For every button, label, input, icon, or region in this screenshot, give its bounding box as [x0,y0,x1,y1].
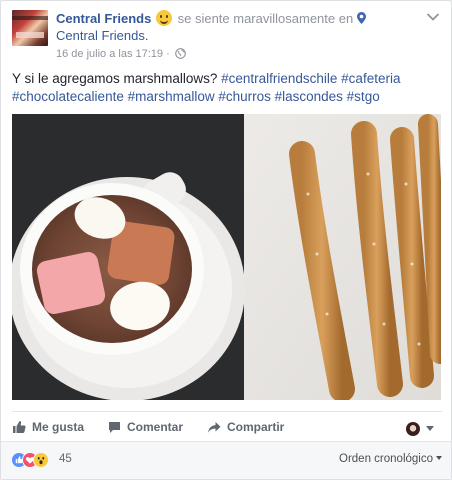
post-header: Central Friends se siente maravillosamen… [12,10,440,62]
reaction-count[interactable]: 45 [59,453,72,465]
speech-bubble-icon [109,422,120,433]
post-meta: 16 de julio a las 17:19 · [56,47,186,61]
like-label: Me gusta [32,420,85,434]
post-actions-bar: Me gusta Comentar Compartir [12,411,442,441]
share-arrow-icon [208,422,221,433]
comment-button[interactable]: Comentar [108,419,183,435]
location-link[interactable]: Central Friends. [56,28,148,43]
profile-avatar-icon [406,421,420,436]
feeling-text: se siente maravillosamente en [177,11,354,26]
post-message: Y si le agregamos marshmallows? #central… [12,70,442,106]
comment-order-dropdown[interactable]: Orden cronológico [339,453,442,465]
comment-label: Comentar [127,420,184,434]
post-title-line: Central Friends se siente maravillosamen… [56,10,396,44]
caret-down-icon [436,456,442,460]
post-timestamp[interactable]: 16 de julio a las 17:19 [56,48,163,60]
share-button[interactable]: Compartir [207,419,284,435]
reactions-summary-bar: 45 Orden cronológico [1,441,451,479]
comment-order-label: Orden cronológico [339,453,433,465]
meta-separator: · [166,48,170,60]
share-as-selector[interactable] [406,420,434,436]
post-photo[interactable] [12,114,441,400]
page-name-link[interactable]: Central Friends [56,11,151,26]
caret-down-icon [426,426,434,432]
post-message-text: Y si le agregamos marshmallows? [12,71,218,86]
thumbs-up-icon [13,421,26,433]
post-card: Central Friends se siente maravillosamen… [0,0,452,480]
globe-icon[interactable] [175,48,186,59]
wow-reaction-icon [33,452,49,468]
chevron-down-icon[interactable] [426,12,440,22]
smiling-face-icon [155,10,172,26]
hot-chocolate-churros-photo [12,114,441,400]
share-label: Compartir [227,420,285,434]
map-pin-icon [356,12,366,24]
like-button[interactable]: Me gusta [12,419,84,435]
page-avatar[interactable] [12,10,48,46]
